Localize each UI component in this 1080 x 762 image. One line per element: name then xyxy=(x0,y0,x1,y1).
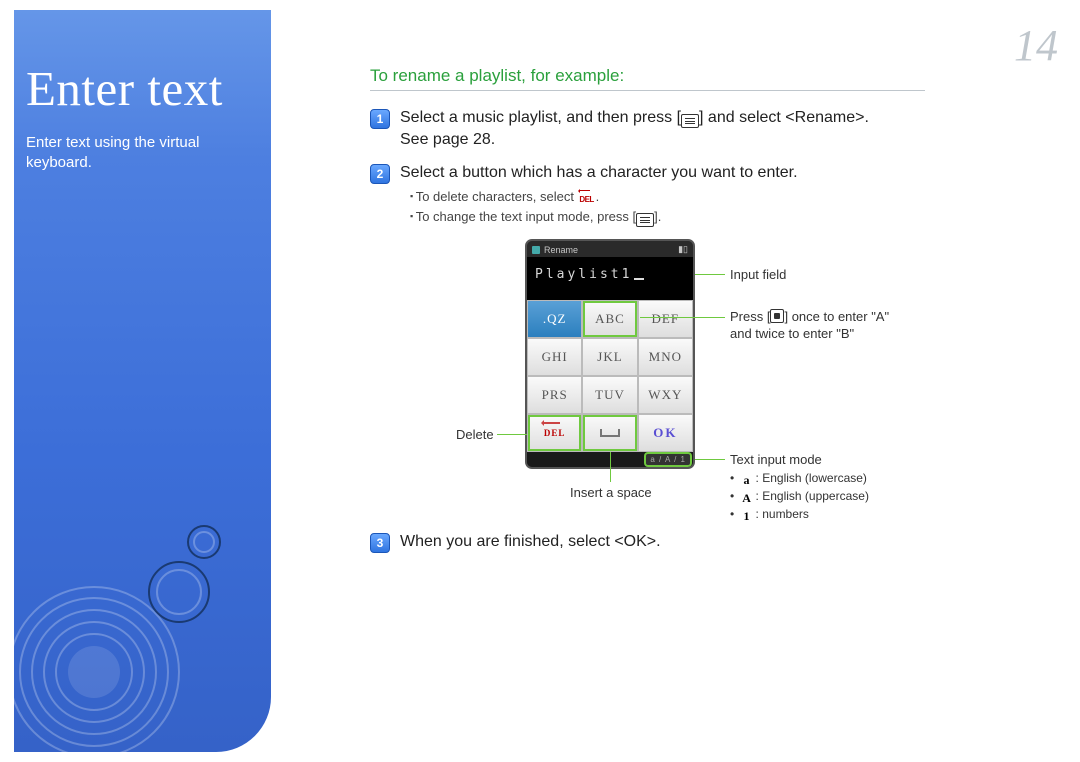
annot-text: and twice to enter "B" xyxy=(730,326,854,341)
key-prs[interactable]: PRS xyxy=(527,376,582,414)
callout-line xyxy=(640,317,725,318)
callout-line xyxy=(497,434,527,435)
battery-icon: ▮▯ xyxy=(678,244,688,255)
key-del[interactable]: DEL xyxy=(527,414,582,452)
annot-text: : English (uppercase) xyxy=(756,489,869,503)
page-reference: See page 28. xyxy=(400,129,869,151)
key-mno[interactable]: MNO xyxy=(638,338,693,376)
bullet-text: To delete characters, select xyxy=(416,189,578,204)
sidebar: Enter text Enter text using the virtual … xyxy=(14,10,271,752)
page-title: Enter text xyxy=(26,60,253,117)
annot-space: Insert a space xyxy=(570,485,652,502)
key-ok[interactable]: OK xyxy=(638,414,693,452)
step-badge: 1 xyxy=(370,109,390,129)
annot-text: : English (lowercase) xyxy=(756,471,867,485)
key-ghi[interactable]: GHI xyxy=(527,338,582,376)
annot-text: Text input mode xyxy=(730,452,822,467)
annot-input-field: Input field xyxy=(730,267,786,284)
phone-titlebar: Rename ▮▯ xyxy=(527,241,693,257)
step-text: Select a button which has a character yo… xyxy=(400,164,798,181)
uppercase-icon: A xyxy=(738,492,756,506)
step-badge: 2 xyxy=(370,164,390,184)
key-qz[interactable]: .QZ xyxy=(527,300,582,338)
del-icon: DEL xyxy=(578,193,596,207)
decorative-circles xyxy=(14,502,264,752)
page-number: 14 xyxy=(1014,20,1058,71)
step-badge: 3 xyxy=(370,533,390,553)
callout-line xyxy=(610,452,611,482)
lowercase-icon: a xyxy=(738,474,756,488)
mode-indicator[interactable]: a / A / 1 xyxy=(646,454,690,465)
step-text: When you are finished, select <OK>. xyxy=(400,533,661,550)
keypad: .QZ ABC DEF GHI JKL MNO PRS TUV WXY DEL … xyxy=(527,300,693,452)
app-icon xyxy=(532,246,540,254)
menu-icon xyxy=(681,114,699,128)
bullet-text: . xyxy=(596,189,600,204)
phone-title: Rename xyxy=(544,245,578,255)
annot-delete: Delete xyxy=(456,427,494,444)
bullet-text: To change the text input mode, press [ xyxy=(416,209,636,224)
menu-icon xyxy=(636,213,654,227)
callout-line xyxy=(695,274,725,275)
annot-text: : numbers xyxy=(756,507,809,521)
key-space[interactable] xyxy=(582,414,637,452)
step-text: Select a music playlist, and then press … xyxy=(400,109,681,126)
callout-line xyxy=(695,459,725,460)
number-icon: 1 xyxy=(738,509,756,523)
annot-text: Press [ xyxy=(730,309,770,324)
section-heading: To rename a playlist, for example: xyxy=(370,66,925,91)
step-text: ] and select <Rename>. xyxy=(699,109,869,126)
page-subtitle: Enter text using the virtual keyboard. xyxy=(26,133,253,174)
sub-bullets: To delete characters, select DEL. To cha… xyxy=(410,188,798,227)
annot-press: Press [ ] once to enter "A" and twice to … xyxy=(730,309,889,343)
key-wxy[interactable]: WXY xyxy=(638,376,693,414)
step-2: 2 Select a button which has a character … xyxy=(370,162,1050,227)
key-jkl[interactable]: JKL xyxy=(582,338,637,376)
step-1: 1 Select a music playlist, and then pres… xyxy=(370,107,1050,150)
annot-text: ] once to enter "A" xyxy=(784,309,889,324)
key-def[interactable]: DEF xyxy=(638,300,693,338)
caret xyxy=(634,278,644,280)
step-3: 3 When you are finished, select <OK>. xyxy=(370,531,1050,553)
phone-mock: Rename ▮▯ Playlist1 .QZ ABC DEF GHI JKL … xyxy=(525,239,695,469)
input-value: Playlist1 xyxy=(535,267,632,282)
key-tuv[interactable]: TUV xyxy=(582,376,637,414)
bullet-text: ]. xyxy=(654,209,661,224)
keyboard-diagram: Rename ▮▯ Playlist1 .QZ ABC DEF GHI JKL … xyxy=(370,239,925,509)
main-content: To rename a playlist, for example: 1 Sel… xyxy=(370,66,1050,565)
annot-mode: Text input mode a: English (lowercase) A… xyxy=(730,452,869,524)
input-field[interactable]: Playlist1 xyxy=(527,257,693,300)
key-abc[interactable]: ABC xyxy=(582,300,637,338)
select-icon xyxy=(770,309,784,323)
